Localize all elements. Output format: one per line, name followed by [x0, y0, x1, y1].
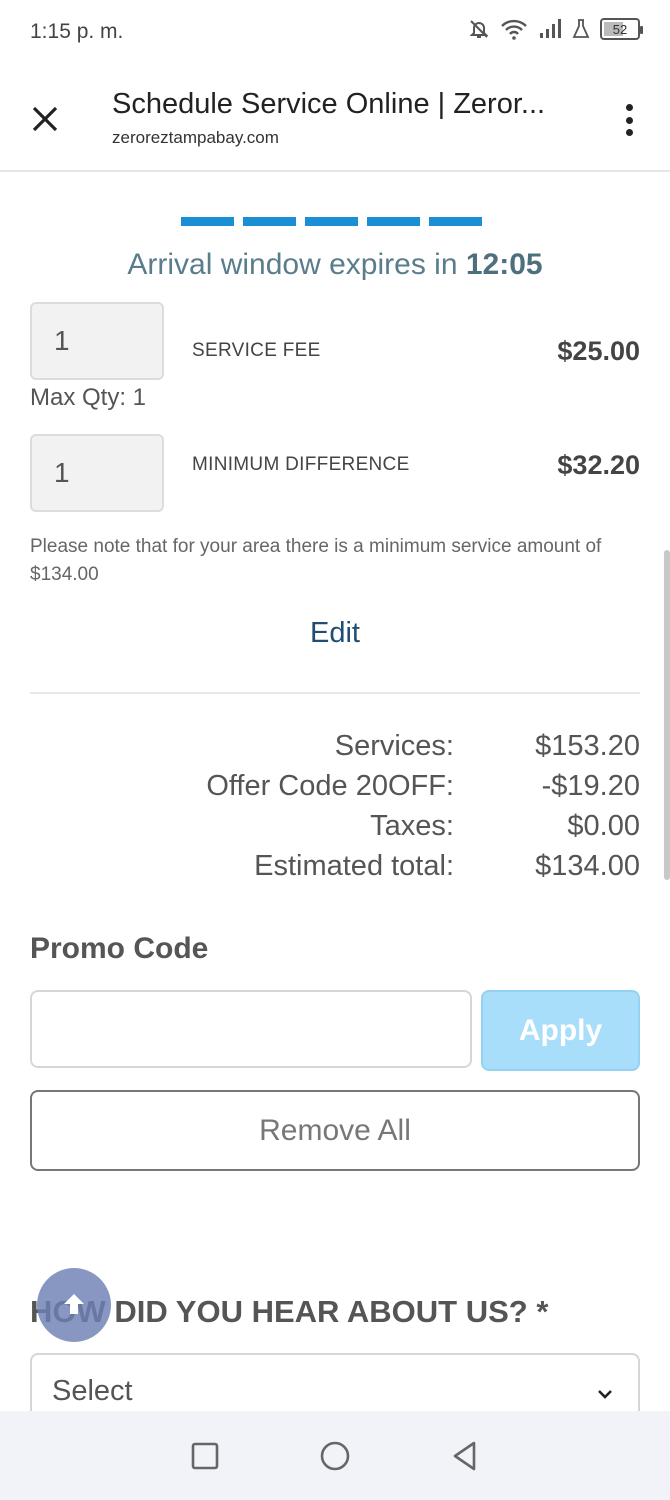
totals-value: $153.20 [535, 730, 640, 762]
battery-icon: 52 [600, 18, 643, 40]
item-price-service-fee: $25.00 [557, 336, 640, 366]
home-button[interactable] [315, 1436, 355, 1476]
page-scrollbar[interactable] [664, 550, 670, 880]
battery-level: 52 [612, 21, 628, 37]
totals-label: Offer Code 20OFF: [206, 770, 454, 802]
totals-value: $134.00 [535, 850, 640, 882]
remove-all-button[interactable]: Remove All [30, 1090, 640, 1171]
status-icons: 52 [468, 18, 643, 40]
signal-icon [540, 19, 561, 38]
max-qty-label: Max Qty: 1 [30, 384, 147, 411]
totals-label: Taxes: [370, 810, 454, 842]
edit-link[interactable]: Edit [0, 617, 670, 650]
remove-all-label: Remove All [259, 1113, 411, 1147]
recents-button[interactable] [185, 1436, 225, 1476]
totals-row-services: Services: $153.20 [0, 730, 670, 770]
square-icon [191, 1442, 219, 1469]
back-button[interactable] [445, 1436, 485, 1476]
item-name-service-fee: SERVICE FEE [192, 340, 321, 361]
page-title: Schedule Service Online | Zeror... [112, 88, 546, 120]
step-indicator [305, 217, 358, 226]
close-button[interactable] [28, 102, 62, 136]
minimum-service-note: Please note that for your area there is … [30, 536, 602, 585]
totals-value: -$19.20 [541, 770, 640, 802]
edit-link-label[interactable]: Edit [310, 617, 360, 649]
browser-header: Schedule Service Online | Zeror... zeror… [0, 70, 670, 172]
promo-code-input[interactable] [30, 990, 472, 1068]
more-options-button[interactable] [618, 100, 640, 140]
referral-select-value: Select [52, 1375, 133, 1407]
circle-icon [320, 1441, 350, 1470]
step-indicator [243, 217, 296, 226]
step-indicator [181, 217, 234, 226]
close-icon [32, 106, 58, 132]
item-price-minimum-difference: $32.20 [557, 450, 640, 480]
quantity-field-minimum-difference[interactable]: 1 [30, 434, 164, 512]
totals-label: Estimated total: [254, 850, 454, 882]
wifi-icon [501, 19, 527, 40]
divider [30, 692, 640, 694]
step-indicator [367, 217, 420, 226]
bell-muted-icon [469, 20, 489, 38]
totals-row-estimated-total: Estimated total: $134.00 [0, 850, 670, 890]
timer-prefix: Arrival window expires in [127, 248, 458, 281]
scroll-to-top-button[interactable] [37, 1268, 111, 1342]
system-nav-bar [0, 1411, 670, 1500]
chevron-down-icon [598, 1390, 612, 1399]
step-indicator [429, 217, 482, 226]
quantity-value: 1 [54, 457, 70, 488]
arrow-up-icon [64, 1294, 84, 1314]
apply-button[interactable]: Apply [481, 990, 640, 1071]
flask-icon [572, 19, 590, 38]
more-vert-icon [625, 104, 633, 111]
status-bar: 1:15 p. m. 52 [0, 0, 670, 70]
arrival-timer: Arrival window expires in 12:05 [0, 248, 670, 282]
step-progress [181, 217, 482, 226]
totals-value: $0.00 [567, 810, 640, 842]
totals-row-taxes: Taxes: $0.00 [0, 810, 670, 850]
quantity-value: 1 [54, 325, 70, 356]
status-time: 1:15 p. m. [30, 20, 124, 43]
quantity-field-service-fee[interactable]: 1 [30, 302, 164, 380]
page-url: zeroreztampabay.com [112, 128, 279, 147]
totals-row-offer-code: Offer Code 20OFF: -$19.20 [0, 770, 670, 810]
triangle-back-icon [453, 1441, 476, 1470]
item-name-minimum-difference: MINIMUM DIFFERENCE [192, 454, 410, 475]
timer-value: 12:05 [465, 248, 543, 281]
apply-button-label: Apply [518, 1013, 603, 1047]
promo-code-heading: Promo Code [30, 932, 209, 965]
totals-label: Services: [334, 730, 454, 762]
